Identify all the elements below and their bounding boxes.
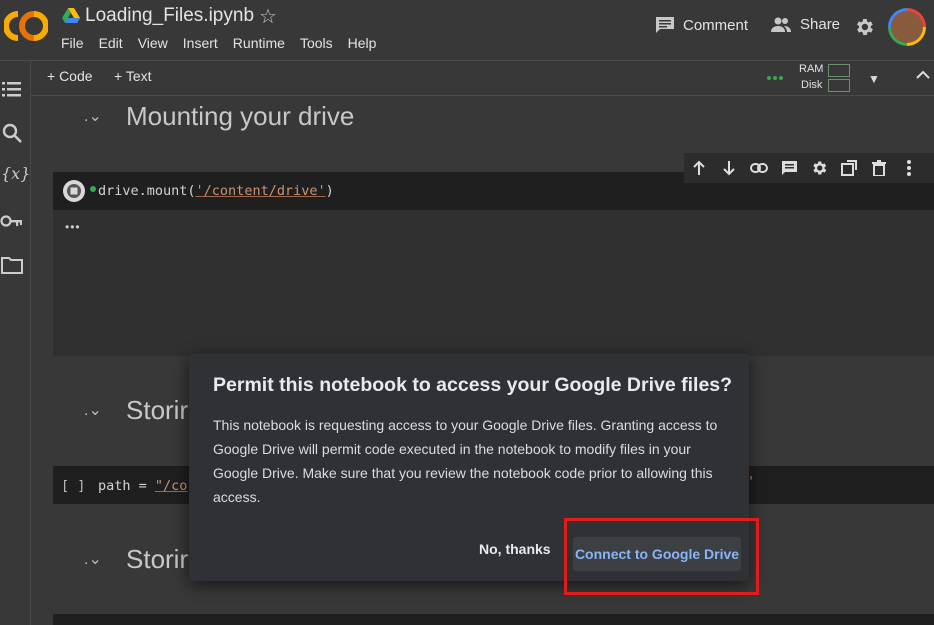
- section-title: Storir: [126, 544, 189, 574]
- notebook-toolbar: + Code + Text RAM Disk ▼: [31, 61, 934, 96]
- dialog-title: Permit this notebook to access your Goog…: [213, 374, 733, 396]
- user-avatar[interactable]: [888, 8, 926, 46]
- section-title: Storir: [126, 395, 189, 425]
- colab-logo[interactable]: [4, 8, 48, 44]
- search-icon[interactable]: [0, 121, 24, 145]
- chevron-down-icon[interactable]: ▼: [868, 72, 880, 86]
- google-drive-icon[interactable]: [62, 8, 80, 24]
- code-string: "/co: [154, 478, 188, 494]
- code-string: '/content/drive': [195, 183, 326, 199]
- people-icon: [771, 17, 791, 32]
- code-cell-partial[interactable]: [53, 614, 934, 625]
- share-label: Share: [800, 16, 841, 33]
- ram-meter[interactable]: [828, 64, 850, 77]
- menu-file[interactable]: File: [61, 35, 84, 51]
- cell-settings-icon[interactable]: [804, 153, 834, 183]
- chevron-up-icon[interactable]: [916, 68, 930, 82]
- left-rail: {x}: [0, 61, 31, 625]
- link-icon[interactable]: [744, 153, 774, 183]
- menu-edit[interactable]: Edit: [99, 35, 123, 51]
- runtime-connected-icon[interactable]: [767, 75, 783, 81]
- secrets-key-icon[interactable]: [0, 209, 24, 233]
- avatar-photo: [891, 11, 923, 43]
- comment-icon: [656, 17, 674, 33]
- run-cell-marker[interactable]: [ ]: [61, 478, 85, 494]
- no-thanks-button[interactable]: No, thanks: [479, 541, 551, 557]
- menu-insert[interactable]: Insert: [183, 35, 218, 51]
- comment-button[interactable]: Comment: [655, 16, 748, 34]
- section-title: Mounting your drive: [126, 101, 355, 131]
- cell-output-area: •••: [53, 210, 934, 356]
- star-icon[interactable]: ☆: [259, 4, 277, 29]
- menu-view[interactable]: View: [138, 35, 168, 51]
- add-text-button[interactable]: + Text: [114, 68, 152, 84]
- app-header: Loading_Files.ipynb ☆ File Edit View Ins…: [0, 0, 934, 61]
- more-options-icon[interactable]: [894, 153, 924, 183]
- comment-icon[interactable]: [774, 153, 804, 183]
- code-text: path =: [98, 478, 155, 494]
- code-text-end: ): [325, 183, 334, 199]
- delete-icon[interactable]: [864, 153, 894, 183]
- notebook-title[interactable]: Loading_Files.ipynb: [85, 5, 254, 27]
- disk-label: Disk: [801, 79, 823, 91]
- output-ellipsis[interactable]: •••: [65, 220, 81, 234]
- running-indicator: [90, 186, 96, 192]
- cell-toolbar: [684, 153, 934, 183]
- comment-label: Comment: [683, 16, 749, 34]
- disk-meter[interactable]: [828, 79, 850, 92]
- dialog-body: This notebook is requesting access to yo…: [213, 417, 718, 505]
- menu-tools[interactable]: Tools: [300, 35, 333, 51]
- ram-label: RAM: [799, 63, 824, 75]
- files-folder-icon[interactable]: [0, 253, 24, 277]
- code-text: drive.mount(: [98, 183, 196, 199]
- share-button[interactable]: Share: [770, 16, 840, 33]
- menu-help[interactable]: Help: [348, 35, 377, 51]
- menu-runtime[interactable]: Runtime: [233, 35, 285, 51]
- stop-run-icon[interactable]: [62, 179, 86, 203]
- variables-icon[interactable]: {x}: [1, 164, 30, 183]
- section-collapse-caret[interactable]: .⌄: [84, 400, 102, 420]
- table-of-contents-icon[interactable]: [0, 77, 24, 101]
- move-up-icon[interactable]: [684, 153, 714, 183]
- settings-gear-icon[interactable]: [853, 16, 875, 38]
- move-down-icon[interactable]: [714, 153, 744, 183]
- open-in-editor-icon[interactable]: [834, 153, 864, 183]
- add-code-button[interactable]: + Code: [47, 68, 93, 84]
- section-collapse-caret[interactable]: .⌄: [84, 549, 102, 569]
- highlight-box: [564, 518, 759, 595]
- section-collapse-caret[interactable]: .⌄: [84, 106, 102, 126]
- menu-bar: File Edit View Insert Runtime Tools Help: [61, 35, 391, 51]
